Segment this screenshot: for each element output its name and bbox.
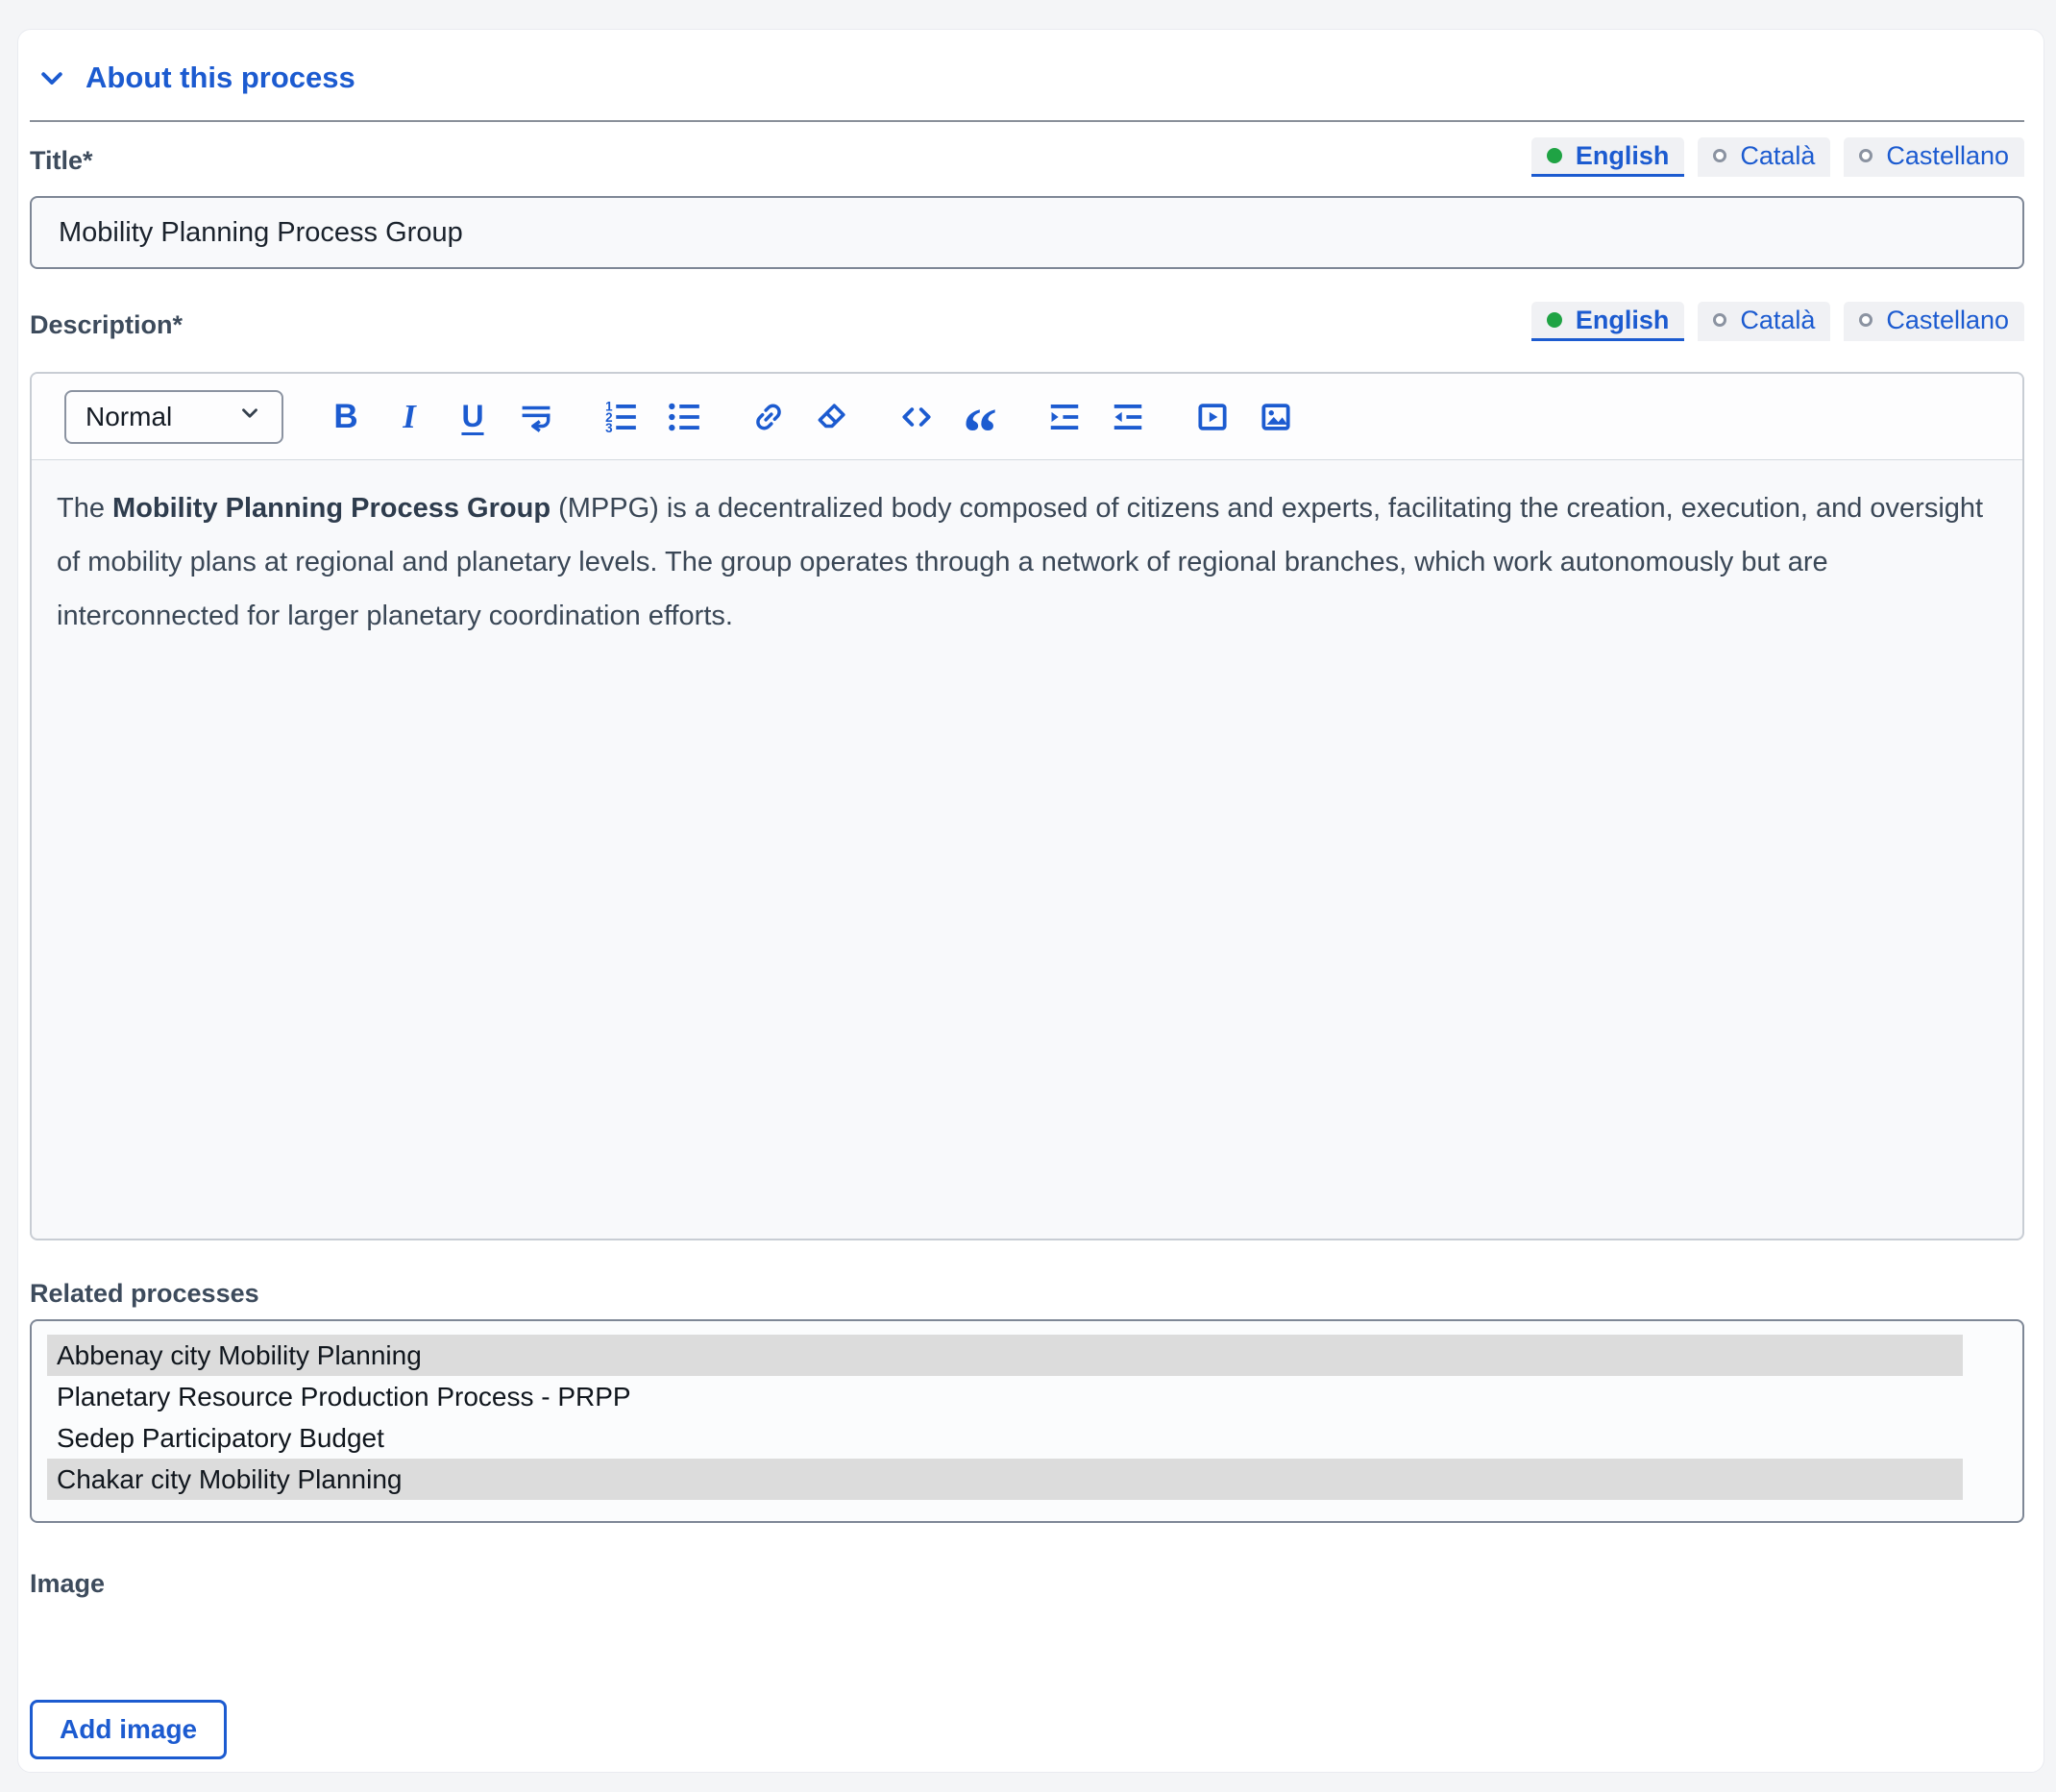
description-content[interactable]: The Mobility Planning Process Group (MPP… — [32, 460, 2022, 1239]
toolbar-group-lists: 123 — [599, 393, 706, 441]
link-icon — [756, 404, 781, 430]
description-text-lead: The — [57, 493, 113, 524]
section-divider — [30, 120, 2024, 122]
add-image-button[interactable]: Add image — [30, 1700, 228, 1759]
select-option[interactable]: Planetary Resource Production Process - … — [47, 1376, 1963, 1417]
clear-format-icon — [818, 403, 845, 428]
select-option[interactable]: Abbenay city Mobility Planning — [47, 1335, 1963, 1376]
underline-button[interactable]: U — [451, 393, 495, 441]
toolbar-group-media — [1190, 393, 1298, 441]
form-card: About this process Title* English Català… — [17, 29, 2044, 1773]
bullet-list-button[interactable] — [662, 393, 706, 441]
description-label: Description* — [30, 310, 184, 339]
language-tab-label: English — [1575, 140, 1670, 170]
inactive-language-dot-icon — [1859, 313, 1873, 327]
toolbar-group-link — [747, 393, 854, 441]
bullet-list-icon — [669, 403, 699, 430]
title-input[interactable] — [30, 196, 2024, 269]
select-option[interactable]: Sedep Participatory Budget — [47, 1417, 1963, 1459]
language-tab-label: Català — [1740, 140, 1816, 170]
link-button[interactable] — [747, 393, 791, 441]
code-view-button[interactable] — [894, 393, 939, 441]
language-tab-label: Castellano — [1886, 140, 2009, 170]
editor-toolbar: Normal B I U 123 “ — [32, 374, 2022, 467]
toolbar-group-indent — [1042, 393, 1150, 441]
language-tab-label: English — [1575, 305, 1670, 334]
image-button[interactable] — [1254, 393, 1298, 441]
code-view-icon — [902, 406, 931, 427]
italic-button[interactable]: I — [387, 393, 431, 441]
bold-button[interactable]: B — [324, 393, 368, 441]
related-processes-label: Related processes — [30, 1279, 259, 1308]
ordered-list-icon: 123 — [605, 399, 636, 434]
title-label-row: Title* English Català Castellano — [30, 137, 2024, 177]
language-tab-catala[interactable]: Català — [1698, 302, 1831, 341]
section-title: About this process — [86, 61, 355, 94]
active-language-dot-icon — [1546, 148, 1562, 163]
italic-icon: I — [403, 397, 416, 435]
video-icon — [1198, 403, 1227, 430]
clear-format-button[interactable] — [810, 393, 854, 441]
language-switcher-title: English Català Castellano — [1530, 137, 2024, 177]
active-language-dot-icon — [1546, 312, 1562, 328]
outdent-icon — [1114, 404, 1142, 430]
line-break-button[interactable] — [514, 393, 558, 441]
description-label-row: Description* English Català Castellano — [30, 302, 2024, 341]
inactive-language-dot-icon — [1713, 149, 1727, 162]
title-label: Title* — [30, 146, 93, 175]
image-label: Image — [30, 1569, 106, 1598]
language-switcher-description: English Català Castellano — [1530, 302, 2024, 341]
chevron-down-icon — [237, 401, 262, 432]
line-break-icon — [522, 405, 551, 432]
section-toggle-about[interactable]: About this process — [37, 61, 355, 95]
inactive-language-dot-icon — [1713, 313, 1727, 327]
ordered-list-button[interactable]: 123 — [599, 393, 643, 441]
paragraph-style-value: Normal — [86, 401, 173, 431]
paragraph-style-select[interactable]: Normal — [64, 389, 283, 444]
language-tab-english[interactable]: English — [1530, 137, 1685, 177]
description-editor: Normal B I U 123 “ The Mobility Planning… — [30, 372, 2024, 1240]
select-option[interactable]: Chakar city Mobility Planning — [47, 1459, 1963, 1500]
underline-icon: U — [461, 399, 484, 433]
bold-icon: B — [333, 397, 358, 435]
svg-text:3: 3 — [605, 420, 612, 434]
image-icon — [1261, 403, 1290, 430]
inactive-language-dot-icon — [1859, 149, 1873, 162]
language-tab-label: Castellano — [1886, 305, 2009, 334]
toolbar-group-text-style: B I U — [324, 393, 558, 441]
language-tab-label: Català — [1740, 305, 1816, 334]
outdent-button[interactable] — [1106, 393, 1150, 441]
blockquote-button[interactable]: “ — [958, 393, 1002, 467]
chevron-down-icon — [37, 63, 66, 92]
indent-icon — [1050, 404, 1079, 430]
toolbar-group-code-quote: “ — [894, 393, 1002, 467]
language-tab-catala[interactable]: Català — [1698, 137, 1831, 177]
language-tab-english[interactable]: English — [1530, 302, 1685, 341]
video-button[interactable] — [1190, 393, 1235, 441]
language-tab-castellano[interactable]: Castellano — [1844, 137, 2024, 177]
indent-button[interactable] — [1042, 393, 1087, 441]
related-processes-listbox[interactable]: Abbenay city Mobility Planning Planetary… — [30, 1319, 2024, 1523]
language-tab-castellano[interactable]: Castellano — [1844, 302, 2024, 341]
description-text-bold: Mobility Planning Process Group — [112, 493, 551, 524]
